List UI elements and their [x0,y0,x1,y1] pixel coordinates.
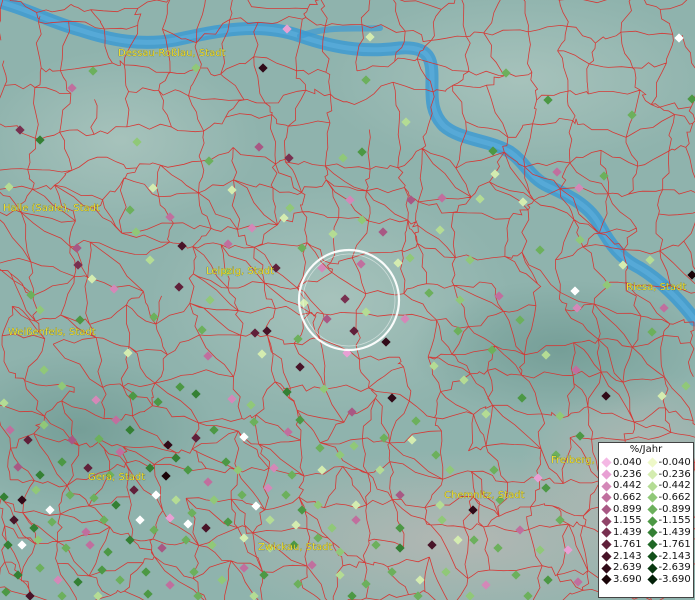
legend-row: 0.236 -0.236 [601,468,694,481]
legend-label: 0.662 [613,492,642,504]
legend-entry: 0.442 [601,480,648,492]
legend-entry: 3.690 [601,573,648,586]
legend-swatch [601,551,612,562]
legend-swatch [646,527,658,539]
legend-entry: -3.690 [646,573,694,586]
legend-swatch [646,562,658,574]
legend-label: 0.899 [613,503,642,515]
legend-swatch [646,481,658,492]
legend-label: 2.639 [613,562,642,574]
legend-swatch [646,469,658,480]
legend-swatch [601,539,612,550]
legend-entry: 2.143 [601,550,648,563]
legend-row: 3.690 -3.690 [601,573,694,586]
city-label: Chemnitz, Stadt [444,490,525,501]
city-label: Leipzig, Stadt [206,266,274,277]
legend-entry: -0.040 [646,457,694,469]
legend-entry: -0.442 [646,480,694,492]
legend-label: 3.690 [613,573,642,585]
legend-swatch [646,504,658,515]
legend-entry: -2.639 [646,562,694,574]
legend-entry: -0.662 [646,492,694,504]
legend-label: -0.899 [658,503,691,515]
legend-row: 0.662 -0.662 [601,492,694,504]
legend-label: -0.040 [658,457,691,468]
legend-entry: 0.040 [601,457,648,469]
legend-swatch [646,457,658,468]
legend-swatch [601,574,612,585]
legend-row: 0.040 -0.040 [601,457,694,469]
legend-label: -0.662 [658,492,691,504]
legend-swatch [646,551,658,562]
legend-label: -2.143 [658,550,691,562]
city-label: Weißenfels, Stadt [8,327,96,338]
legend-entry: -1.439 [646,527,694,539]
legend-swatch [601,527,612,539]
map-canvas[interactable]: Dessau-Roßlau, Stadt Halle (Saale), Stadt… [0,0,695,600]
legend-entry: -0.899 [646,503,694,516]
legend-swatch [646,539,658,550]
legend-entry: 0.236 [601,468,648,481]
legend-row: 1.439 -1.439 [601,527,694,539]
legend-label: -1.439 [658,527,691,539]
city-label: Dessau-Roßlau, Stadt [118,48,226,59]
legend-row: 0.442 -0.442 [601,480,694,492]
legend-entry: 0.899 [601,503,648,516]
legend-entry: 2.639 [601,562,648,574]
legend-swatch [646,492,658,503]
legend-swatch [646,516,658,527]
legend-swatch [646,574,658,585]
legend-label: -1.761 [658,538,691,550]
legend-entry: 0.662 [601,492,648,504]
legend-label: 1.439 [613,527,642,539]
city-label: Halle (Saale), Stadt [3,203,100,214]
legend-label: -1.155 [658,515,691,527]
legend: %/Jahr 0.040 -0.040 0.236 -0.236 0.442 -0.442… [598,442,694,598]
legend-rows: 0.040 -0.040 0.236 -0.236 0.442 -0.442 0.662 -0… [599,457,693,586]
legend-swatch [601,516,612,527]
legend-entry: -2.143 [646,550,694,563]
legend-row: 2.639 -2.639 [601,562,694,574]
legend-label: 1.761 [613,538,642,550]
legend-label: -0.236 [658,468,691,480]
legend-label: -0.442 [658,480,691,492]
legend-row: 2.143 -2.143 [601,550,694,563]
legend-label: 2.143 [613,550,642,562]
legend-entry: 1.761 [601,538,648,551]
legend-swatch [601,457,612,468]
legend-entry: -0.236 [646,468,694,481]
legend-entry: -1.155 [646,515,694,527]
legend-row: 1.761 -1.761 [601,538,694,551]
legend-label: -3.690 [658,573,691,585]
city-label: Gera, Stadt [88,472,145,483]
legend-label: 0.236 [613,468,642,480]
city-label: Riesa, Stadt [626,282,686,293]
legend-label: -2.639 [658,562,691,574]
city-label: Freiberg, [551,455,595,466]
legend-swatch [601,492,612,503]
legend-row: 0.899 -0.899 [601,503,694,516]
legend-label: 0.442 [613,480,642,492]
legend-label: 1.155 [613,515,642,527]
legend-entry: 1.439 [601,527,648,539]
legend-swatch [601,469,612,480]
city-label: Zwickau, Stadt [258,542,332,553]
legend-swatch [601,504,612,515]
legend-row: 1.155 -1.155 [601,515,694,527]
legend-label: 0.040 [613,457,642,468]
legend-title: %/Jahr [629,444,663,455]
legend-swatch [601,481,612,492]
legend-entry: -1.761 [646,538,694,551]
legend-entry: 1.155 [601,515,648,527]
legend-swatch [601,562,612,574]
